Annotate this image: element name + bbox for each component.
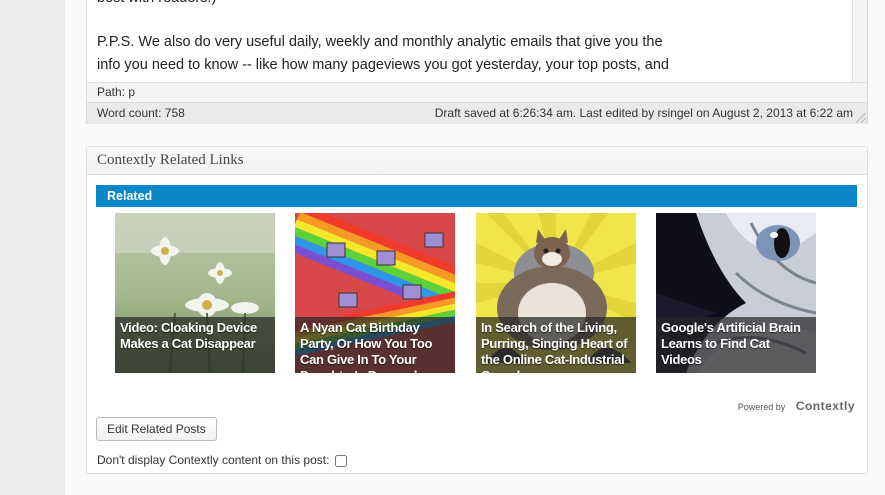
editor-text-line: best with readers.)	[97, 0, 857, 10]
related-card[interactable]: Video: Cloaking Device Makes a Cat Disap…	[115, 213, 275, 373]
admin-sidebar	[0, 0, 65, 495]
related-card-title[interactable]: Video: Cloaking Device Makes a Cat Disap…	[120, 320, 272, 373]
resize-handle-icon[interactable]	[856, 113, 866, 123]
editor-status-bar: Word count: 758 Draft saved at 6:26:34 a…	[87, 102, 867, 124]
related-card-title[interactable]: In Search of the Living, Purring, Singin…	[481, 320, 633, 373]
edit-related-posts-button[interactable]: Edit Related Posts	[96, 417, 217, 441]
postbox-title: Contextly Related Links	[97, 152, 244, 168]
editor-paragraph: P.P.S. We also do very useful daily, wee…	[97, 31, 857, 77]
post-editor[interactable]: best with readers.) P.P.S. We also do ve…	[86, 0, 868, 124]
dont-display-checkbox[interactable]	[334, 454, 347, 467]
related-header: Related	[96, 185, 857, 207]
editor-text-line: P.P.S. We also do very useful daily, wee…	[97, 34, 663, 50]
editor-content[interactable]: best with readers.) P.P.S. We also do ve…	[97, 0, 857, 82]
related-card-title[interactable]: A Nyan Cat Birthday Party, Or How You To…	[300, 320, 452, 373]
postbox-header[interactable]: Contextly Related Links	[87, 147, 867, 175]
related-card-title[interactable]: Google's Artificial Brain Learns to Find…	[661, 320, 813, 373]
dont-display-row: Don't display Contextly content on this …	[97, 452, 347, 468]
editor-text-line: info you need to know -- like how many p…	[97, 57, 669, 73]
related-card[interactable]: In Search of the Living, Purring, Singin…	[476, 213, 636, 373]
related-card[interactable]: Google's Artificial Brain Learns to Find…	[656, 213, 816, 373]
powered-by-label: Powered by	[737, 402, 786, 412]
editor-scrollbar[interactable]	[852, 0, 867, 82]
contextly-logo[interactable]: Contextly	[796, 399, 855, 413]
powered-by: Powered by Contextly	[738, 399, 855, 413]
dont-display-label: Don't display Contextly content on this …	[97, 453, 330, 467]
contextly-postbox: Contextly Related Links Related Video: C…	[86, 146, 868, 474]
word-count: Word count: 758	[97, 106, 185, 120]
editor-path: Path: p	[87, 82, 867, 102]
related-card[interactable]: A Nyan Cat Birthday Party, Or How You To…	[295, 213, 455, 373]
draft-status: Draft saved at 6:26:34 am. Last edited b…	[434, 106, 853, 120]
